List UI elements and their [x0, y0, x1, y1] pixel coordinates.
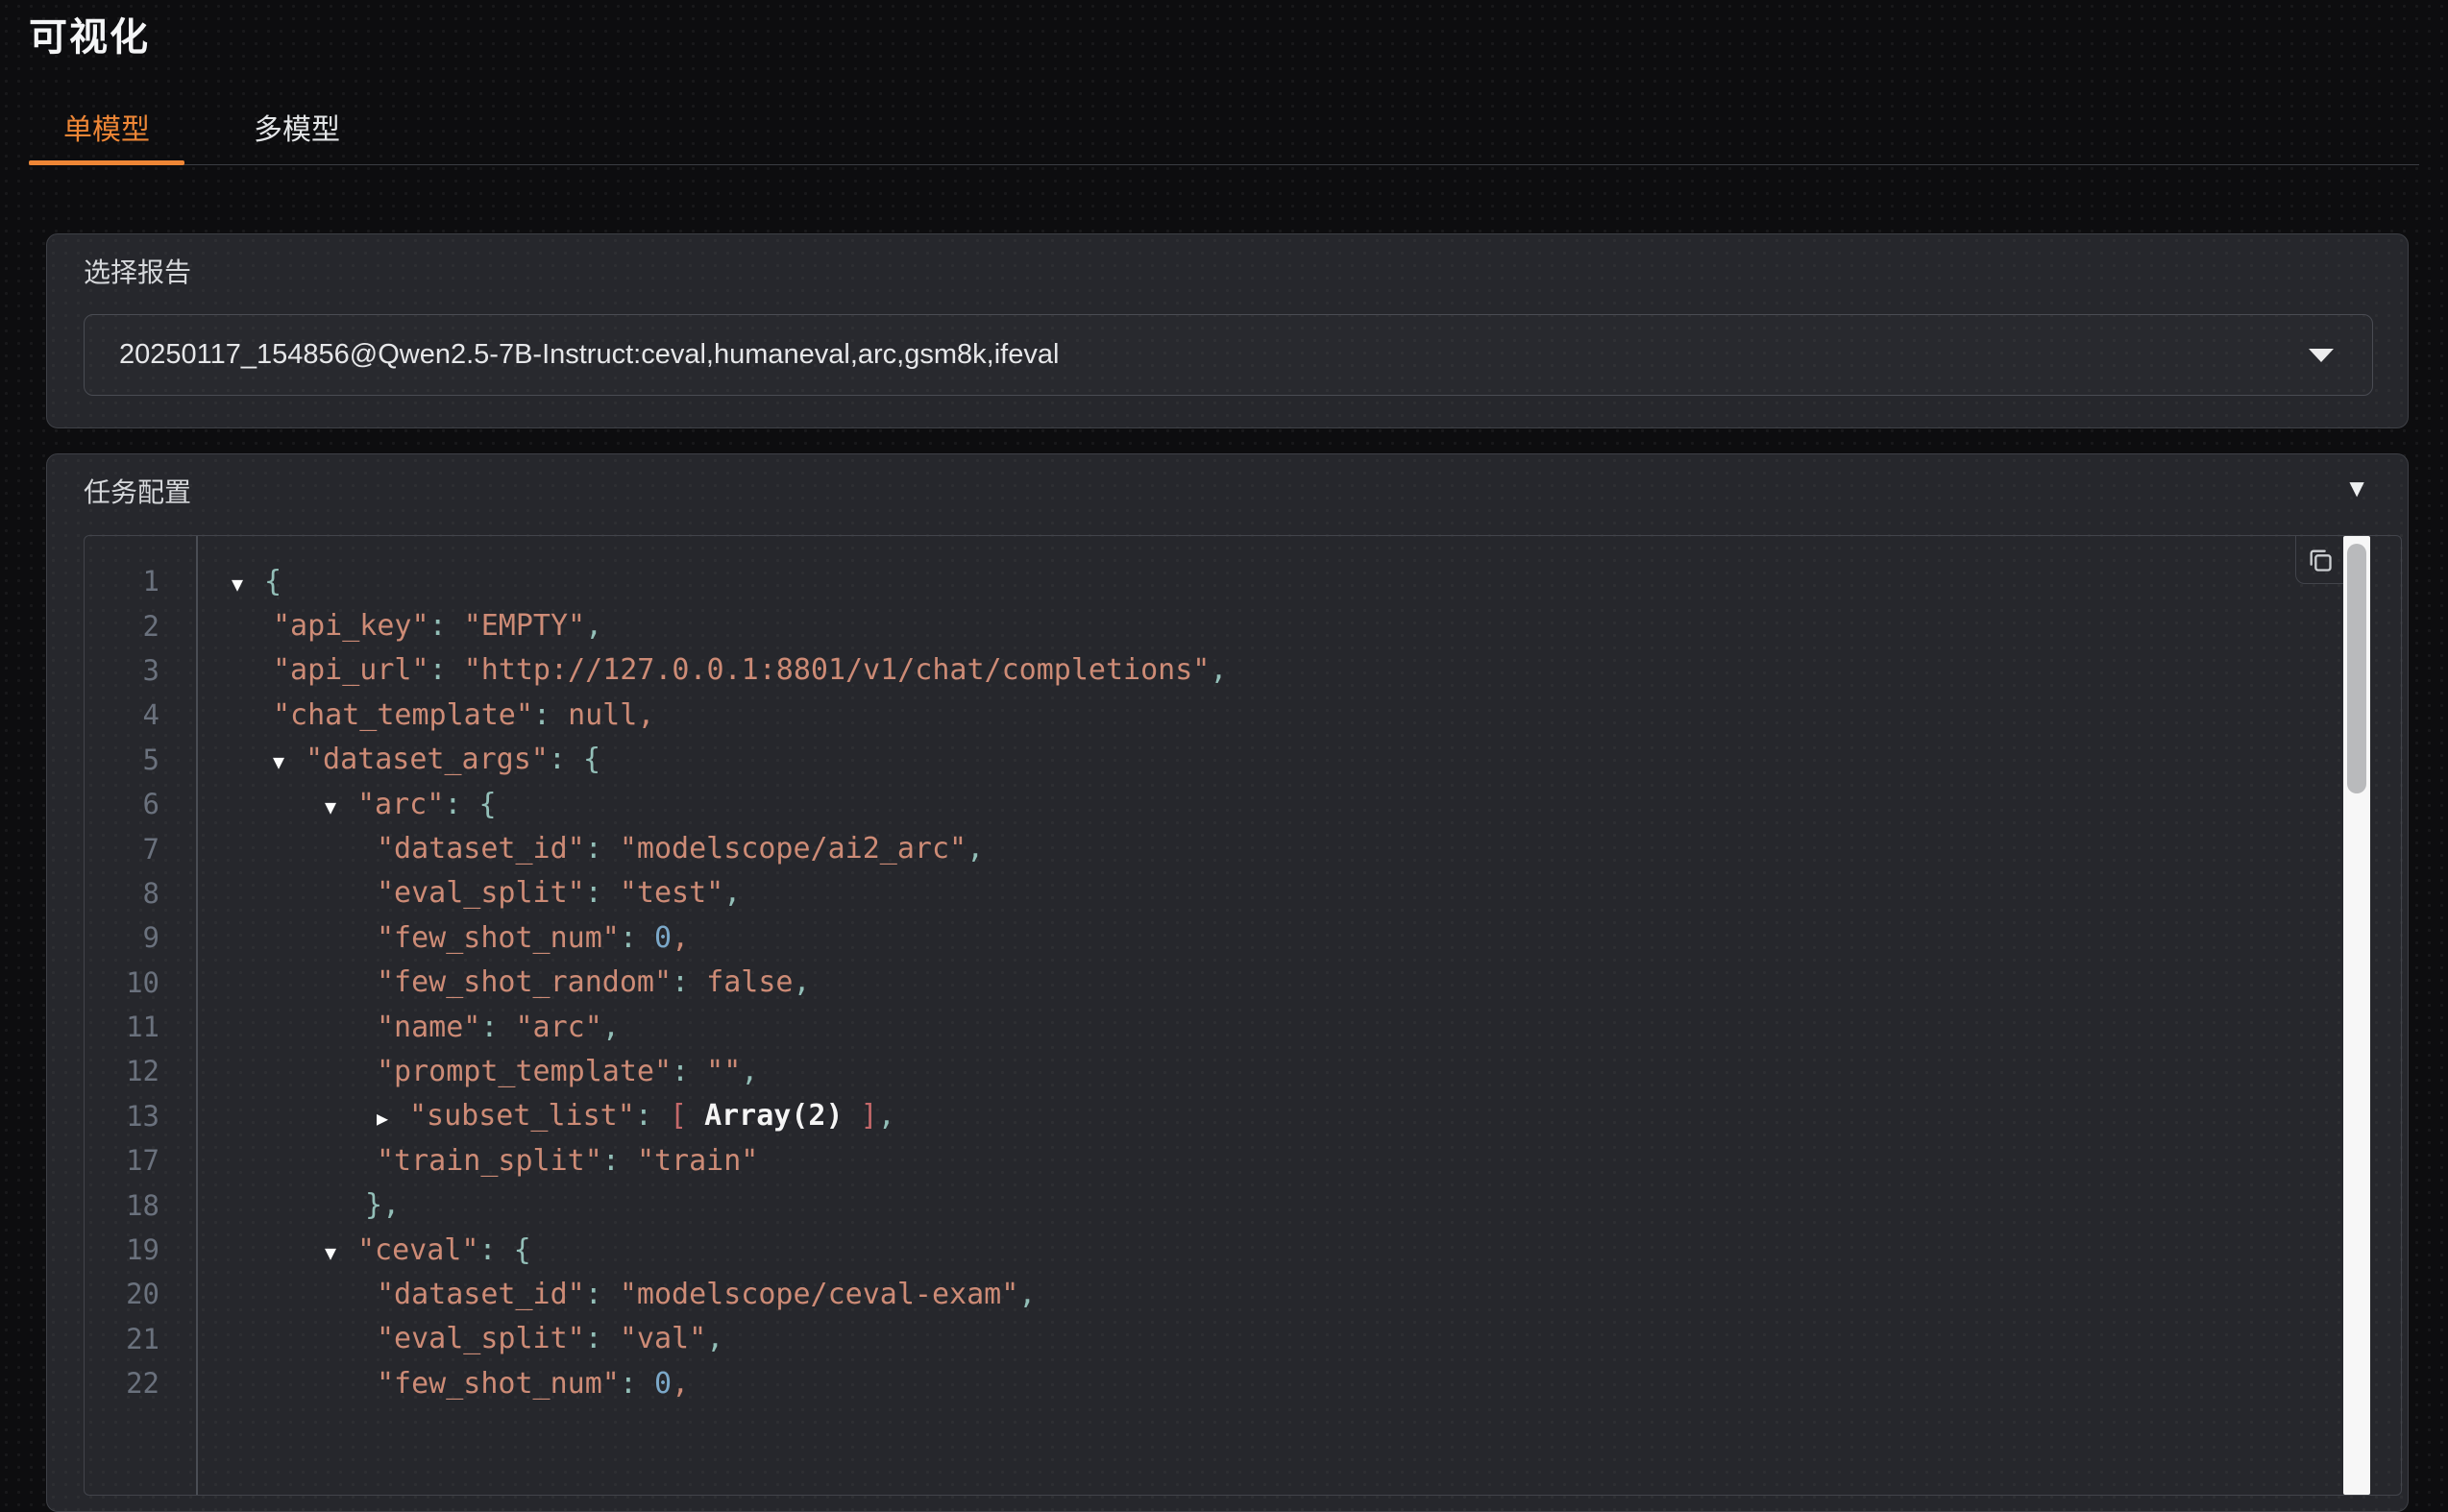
- line-number: 21: [85, 1323, 159, 1355]
- line-number: 13: [85, 1100, 159, 1133]
- code-text: "train_split": "train": [197, 1144, 758, 1178]
- page-title: 可视化: [29, 6, 150, 61]
- chevron-down-icon: [2309, 349, 2334, 362]
- scrollbar-thumb[interactable]: [2347, 544, 2366, 793]
- code-line: 11 "name": "arc",: [85, 1005, 2343, 1049]
- code-line: 6 ▼"arc": {: [85, 782, 2343, 826]
- task-config-panel: 任务配置 ▼ 1 ▼{ 2 "api_key": "EMPTY", 3 "api_url"…: [46, 453, 2409, 1512]
- code-text: ▼"ceval": {: [197, 1233, 531, 1267]
- scrollbar-track[interactable]: [2343, 536, 2370, 1495]
- code-text: "eval_split": "val",: [197, 1322, 723, 1355]
- code-line: 2 "api_key": "EMPTY",: [85, 603, 2343, 647]
- code-text: ▼{: [197, 565, 282, 598]
- code-text: "dataset_id": "modelscope/ceval-exam",: [197, 1278, 1036, 1311]
- line-number: 2: [85, 610, 159, 643]
- task-config-label: 任务配置: [84, 472, 191, 510]
- line-number: 1: [85, 565, 159, 597]
- code-line: 1 ▼{: [85, 559, 2343, 603]
- report-select-value: 20250117_154856@Qwen2.5-7B-Instruct:ceva…: [119, 339, 2309, 371]
- code-text: "name": "arc",: [197, 1011, 620, 1044]
- code-lines: 1 ▼{ 2 "api_key": "EMPTY", 3 "api_url": "http…: [85, 536, 2343, 1495]
- code-line: 4 "chat_template": null,: [85, 693, 2343, 737]
- code-text: "few_shot_num": 0,: [197, 921, 689, 955]
- code-line: 3 "api_url": "http://127.0.0.1:8801/v1/ch…: [85, 648, 2343, 693]
- code-text: "eval_split": "test",: [197, 876, 741, 910]
- line-number: 5: [85, 744, 159, 776]
- report-panel: 选择报告 20250117_154856@Qwen2.5-7B-Instruct…: [46, 233, 2409, 428]
- fold-open-icon[interactable]: ▼: [232, 573, 264, 596]
- line-number: 7: [85, 833, 159, 866]
- line-number: 19: [85, 1233, 159, 1266]
- line-number: 3: [85, 654, 159, 687]
- line-number: 9: [85, 921, 159, 954]
- code-line: 21 "eval_split": "val",: [85, 1317, 2343, 1361]
- code-line: 10 "few_shot_random": false,: [85, 961, 2343, 1005]
- line-number: 4: [85, 698, 159, 731]
- code-text: "api_key": "EMPTY",: [197, 609, 602, 643]
- line-number: 22: [85, 1367, 159, 1400]
- fold-open-icon[interactable]: ▼: [273, 750, 306, 773]
- line-number: 20: [85, 1278, 159, 1310]
- line-number: 12: [85, 1055, 159, 1087]
- code-line: 12 "prompt_template": "",: [85, 1049, 2343, 1093]
- code-text: },: [197, 1188, 400, 1222]
- code-line: 18},: [85, 1183, 2343, 1227]
- line-number: 11: [85, 1011, 159, 1043]
- tabs-divider: [29, 164, 2419, 165]
- code-line: 17 "train_split": "train": [85, 1138, 2343, 1183]
- code-text: "few_shot_random": false,: [197, 965, 811, 999]
- fold-closed-icon[interactable]: ▶: [377, 1107, 409, 1130]
- collapse-panel-icon[interactable]: ▼: [2340, 472, 2373, 504]
- code-text: ▼"dataset_args": {: [197, 743, 600, 776]
- tab-bar: 单模型 多模型: [29, 92, 375, 161]
- copy-icon: [2307, 547, 2334, 573]
- tab-single-model[interactable]: 单模型: [29, 92, 184, 161]
- code-line: 7 "dataset_id": "modelscope/ai2_arc",: [85, 826, 2343, 870]
- code-line: 22 "few_shot_num": 0,: [85, 1361, 2343, 1405]
- code-text: "prompt_template": "",: [197, 1055, 758, 1088]
- code-text: ▶"subset_list": [ Array(2) ],: [197, 1099, 895, 1133]
- code-text: ▼"arc": {: [197, 788, 497, 821]
- code-text: "dataset_id": "modelscope/ai2_arc",: [197, 832, 984, 866]
- fold-open-icon[interactable]: ▼: [325, 795, 357, 818]
- copy-button[interactable]: [2295, 536, 2343, 584]
- code-text: "chat_template": null,: [197, 698, 654, 732]
- line-number: 17: [85, 1144, 159, 1177]
- code-line: 8 "eval_split": "test",: [85, 871, 2343, 915]
- tab-multi-model[interactable]: 多模型: [219, 92, 375, 161]
- line-number: 6: [85, 788, 159, 820]
- code-text: "few_shot_num": 0,: [197, 1367, 689, 1401]
- report-select[interactable]: 20250117_154856@Qwen2.5-7B-Instruct:ceva…: [84, 314, 2373, 396]
- code-line: 19 ▼"ceval": {: [85, 1228, 2343, 1272]
- json-config-viewer: 1 ▼{ 2 "api_key": "EMPTY", 3 "api_url": "http…: [84, 535, 2402, 1496]
- active-tab-underline: [29, 160, 184, 165]
- code-line: 9 "few_shot_num": 0,: [85, 915, 2343, 960]
- code-line: 5 ▼"dataset_args": {: [85, 738, 2343, 782]
- code-line: 13 ▶"subset_list": [ Array(2) ],: [85, 1094, 2343, 1138]
- report-panel-label: 选择报告: [84, 252, 191, 290]
- fold-open-icon[interactable]: ▼: [325, 1241, 357, 1264]
- line-number: 10: [85, 966, 159, 999]
- code-text: "api_url": "http://127.0.0.1:8801/v1/cha…: [197, 653, 1227, 687]
- line-number: 18: [85, 1189, 159, 1222]
- line-number: 8: [85, 877, 159, 910]
- code-line: 20 "dataset_id": "modelscope/ceval-exam",: [85, 1272, 2343, 1316]
